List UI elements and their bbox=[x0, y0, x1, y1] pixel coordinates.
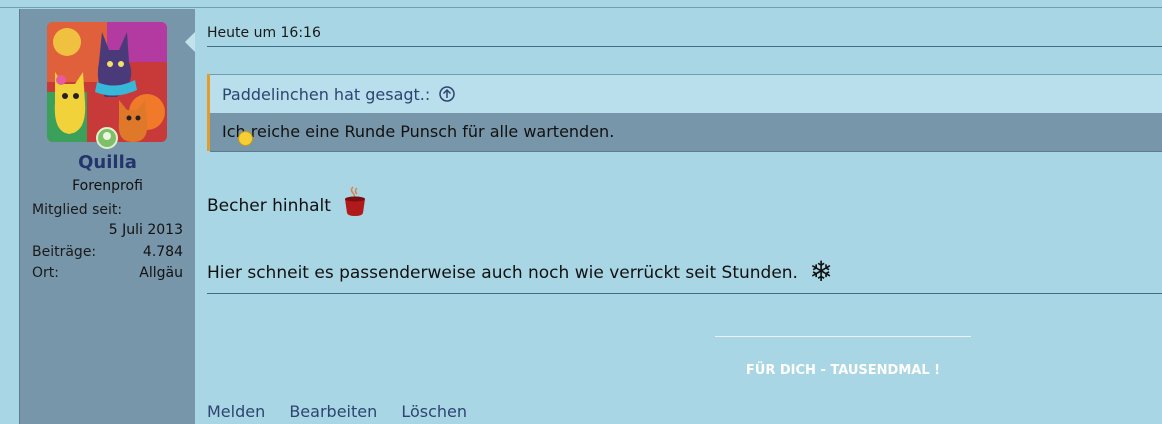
quote-body: Ich reiche eine Runde Punsch für alle wa… bbox=[210, 113, 1162, 152]
user-avatar[interactable] bbox=[47, 22, 167, 142]
post-text-2: Hier schneit es passenderweise auch noch… bbox=[207, 263, 798, 283]
member-since-label: Mitglied seit: bbox=[32, 202, 123, 218]
username[interactable]: Quilla bbox=[20, 152, 195, 173]
post-date[interactable]: Heute um 16:16 bbox=[207, 25, 321, 41]
posts-value: 4.784 bbox=[142, 244, 183, 260]
posts-label: Beiträge: bbox=[32, 244, 97, 260]
location-label: Ort: bbox=[32, 265, 59, 281]
post-line-1: Becher hinhalt bbox=[207, 185, 366, 217]
quote-text: Ich reiche eine Runde Punsch für alle wa… bbox=[222, 122, 615, 141]
signature-text: FÜR DICH - TAUSENDMAL ! bbox=[745, 363, 941, 378]
circle-arrow-up-icon[interactable] bbox=[439, 86, 456, 102]
post-content: Heute um 16:16 Paddelinchen hat gesagt.:… bbox=[195, 9, 1162, 424]
post-text-1: Becher hinhalt bbox=[207, 196, 331, 216]
delete-link[interactable]: Löschen bbox=[401, 402, 467, 421]
smiley-icon bbox=[238, 131, 253, 146]
quote-block: Paddelinchen hat gesagt.: Ich reiche ein… bbox=[207, 74, 1162, 152]
user-sidebar: Quilla Forenprofi Mitglied seit: 5 Juli … bbox=[19, 9, 196, 424]
member-since-value: 5 Juli 2013 bbox=[108, 222, 183, 238]
edit-link[interactable]: Bearbeiten bbox=[289, 402, 377, 421]
signature-divider bbox=[207, 293, 1162, 294]
snowflake-icon: ❄ bbox=[809, 255, 833, 288]
quote-header: Paddelinchen hat gesagt.: bbox=[210, 74, 1162, 113]
location-value: Allgäu bbox=[139, 265, 183, 281]
post-actions: Melden Bearbeiten Löschen bbox=[207, 402, 486, 421]
date-divider bbox=[207, 46, 1162, 47]
signature-rule bbox=[715, 336, 971, 337]
hot-cup-icon bbox=[345, 186, 366, 216]
online-status-icon bbox=[96, 127, 118, 149]
report-link[interactable]: Melden bbox=[207, 402, 265, 421]
post-line-2: Hier schneit es passenderweise auch noch… bbox=[207, 255, 833, 288]
quote-author[interactable]: Paddelinchen hat gesagt.: bbox=[222, 85, 430, 104]
top-border bbox=[0, 0, 1162, 8]
user-title: Forenprofi bbox=[72, 178, 143, 194]
